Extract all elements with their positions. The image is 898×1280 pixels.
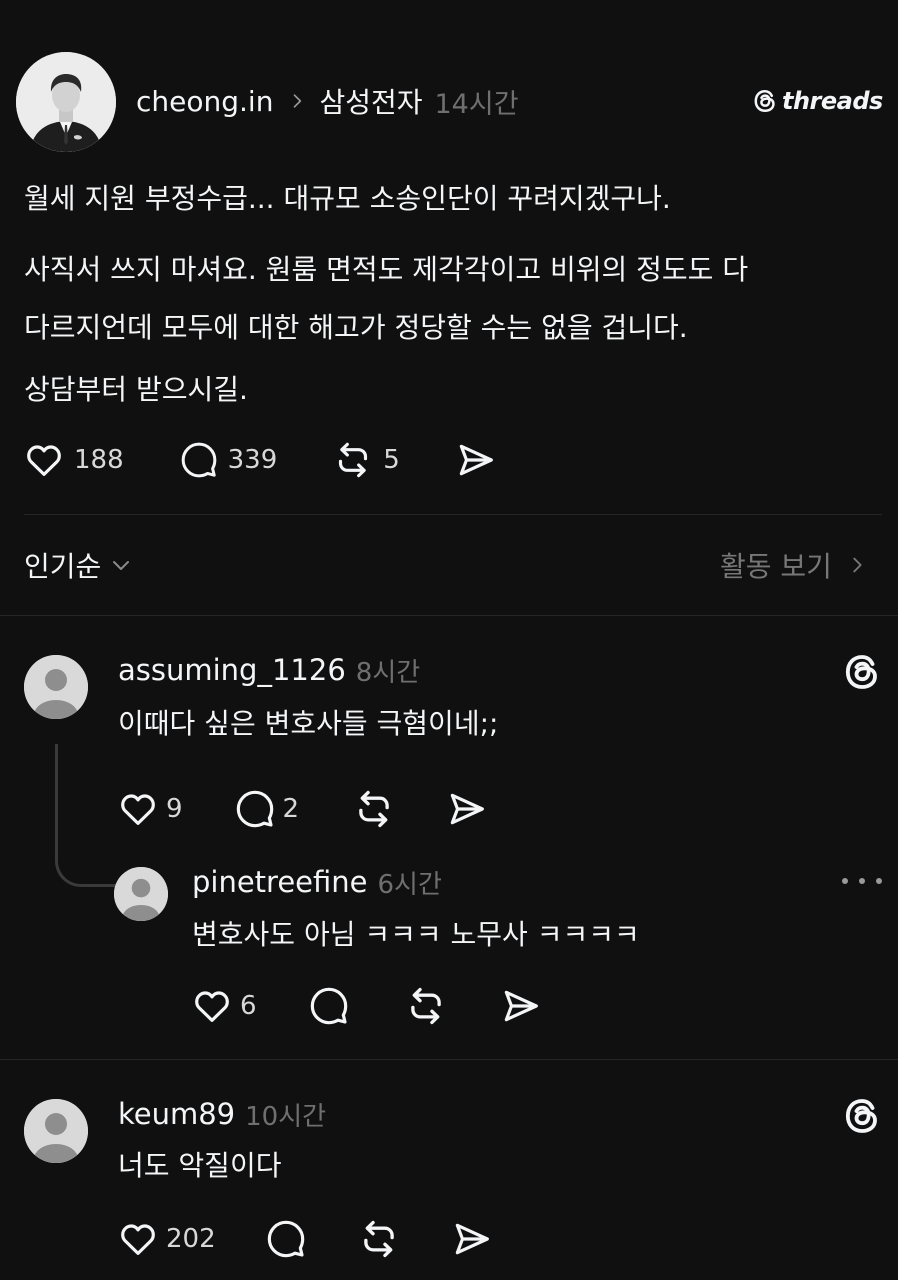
author-username[interactable]: cheong.in (136, 85, 273, 118)
threads-brand: threads (752, 86, 883, 116)
reply-username[interactable]: pinetreefine (192, 865, 368, 899)
activity-label: 활동 보기 (720, 550, 832, 583)
post-time: 14시간 (434, 88, 519, 120)
post-line: 다르지언데 모두에 대한 해고가 정당할 수는 없을 겁니다. (24, 311, 688, 344)
threads-icon[interactable] (842, 1096, 882, 1136)
default-avatar-icon (24, 1099, 88, 1163)
like-button[interactable]: 9 (118, 789, 183, 829)
reply-actions: 6 (192, 986, 541, 1026)
comment-icon (309, 986, 349, 1026)
community-name[interactable]: 삼성전자 (319, 81, 422, 121)
chevron-right-icon (287, 91, 307, 111)
author-avatar[interactable] (16, 52, 116, 152)
reply-header: assuming_1126 8시간 (118, 650, 420, 690)
repost-icon (405, 985, 447, 1027)
post-actions: 188 339 5 (24, 437, 496, 483)
sort-label: 인기순 (24, 550, 102, 583)
heart-icon (118, 789, 158, 829)
reply-text: 변호사도 아님 ㅋㅋㅋ 노무사 ㅋㅋㅋㅋ (192, 918, 640, 951)
threads-icon (752, 88, 778, 114)
comment-icon (235, 789, 275, 829)
like-count: 188 (74, 445, 124, 475)
comment-count: 339 (227, 445, 278, 475)
reply-time: 10시간 (245, 1101, 327, 1132)
repost-icon (353, 788, 395, 830)
repost-icon (333, 440, 373, 480)
like-button[interactable]: 202 (118, 1219, 216, 1259)
comment-button[interactable] (266, 1219, 306, 1259)
thread-connector (55, 744, 120, 887)
post-line: 상담부터 받으시길. (24, 373, 248, 406)
send-icon (501, 986, 541, 1026)
repost-button[interactable] (358, 1218, 400, 1260)
divider (0, 1059, 898, 1060)
reply-text: 이때다 싶은 변호사들 극혐이네;; (118, 707, 499, 740)
like-button[interactable]: 6 (192, 986, 257, 1026)
sort-dropdown[interactable]: 인기순 (24, 545, 133, 585)
like-count: 202 (166, 1224, 216, 1254)
default-avatar-icon (114, 867, 168, 921)
send-icon (456, 440, 496, 480)
reply-time: 6시간 (377, 869, 442, 900)
reply-time: 8시간 (355, 657, 421, 688)
comment-button[interactable] (309, 986, 349, 1026)
default-avatar-icon (24, 655, 88, 719)
author-photo (16, 52, 116, 152)
repost-button[interactable] (353, 788, 395, 830)
reply-username[interactable]: assuming_1126 (118, 653, 346, 687)
heart-icon (118, 1219, 158, 1259)
comment-button[interactable]: 2 (235, 789, 300, 829)
like-count: 9 (166, 794, 183, 824)
post-paragraph-2: 사직서 쓰지 마셔요. 원룸 면적도 제각각이고 비위의 정도도 다 다르지언데… (24, 241, 884, 357)
reply-username[interactable]: keum89 (118, 1097, 235, 1131)
like-count: 6 (240, 991, 257, 1021)
comment-button[interactable]: 339 (180, 441, 278, 479)
share-button[interactable] (452, 1219, 492, 1259)
share-button[interactable] (501, 986, 541, 1026)
reply-header: keum89 10시간 (118, 1094, 326, 1134)
repost-button[interactable]: 5 (333, 440, 400, 480)
more-icon[interactable] (842, 864, 882, 898)
post-paragraph-3: 상담부터 받으시길. (24, 361, 884, 419)
reply-actions: 9 2 (118, 789, 487, 829)
like-button[interactable]: 188 (24, 440, 124, 480)
reply-actions: 202 (118, 1219, 492, 1259)
comment-icon (266, 1219, 306, 1259)
send-icon (452, 1219, 492, 1259)
post-header: cheong.in 삼성전자 14시간 (136, 79, 519, 123)
send-icon (447, 789, 487, 829)
repost-button[interactable] (405, 985, 447, 1027)
threads-wordmark: threads (782, 87, 883, 115)
repost-count: 5 (383, 445, 400, 475)
reply-text: 너도 악질이다 (118, 1149, 282, 1182)
chevron-right-icon (846, 554, 868, 576)
repost-icon (358, 1218, 400, 1260)
reply-avatar[interactable] (114, 867, 168, 921)
chevron-down-icon (109, 553, 133, 577)
threads-icon[interactable] (842, 652, 882, 692)
divider (0, 615, 898, 616)
share-button[interactable] (456, 440, 496, 480)
comment-count: 2 (282, 794, 300, 824)
share-button[interactable] (447, 789, 487, 829)
reply-avatar[interactable] (24, 1099, 88, 1163)
view-activity-link[interactable]: 활동 보기 (720, 545, 868, 585)
heart-icon (24, 440, 64, 480)
heart-icon (192, 986, 232, 1026)
post-paragraph-1: 월세 지원 부정수급... 대규모 소송인단이 꾸려지겠구나. (24, 170, 884, 228)
reply-avatar[interactable] (24, 655, 88, 719)
divider (24, 514, 882, 515)
post-line: 월세 지원 부정수급... 대규모 소송인단이 꾸려지겠구나. (24, 182, 671, 215)
post-line: 사직서 쓰지 마셔요. 원룸 면적도 제각각이고 비위의 정도도 다 (24, 253, 749, 286)
comment-icon (180, 441, 218, 479)
reply-header: pinetreefine 6시간 (192, 862, 442, 902)
